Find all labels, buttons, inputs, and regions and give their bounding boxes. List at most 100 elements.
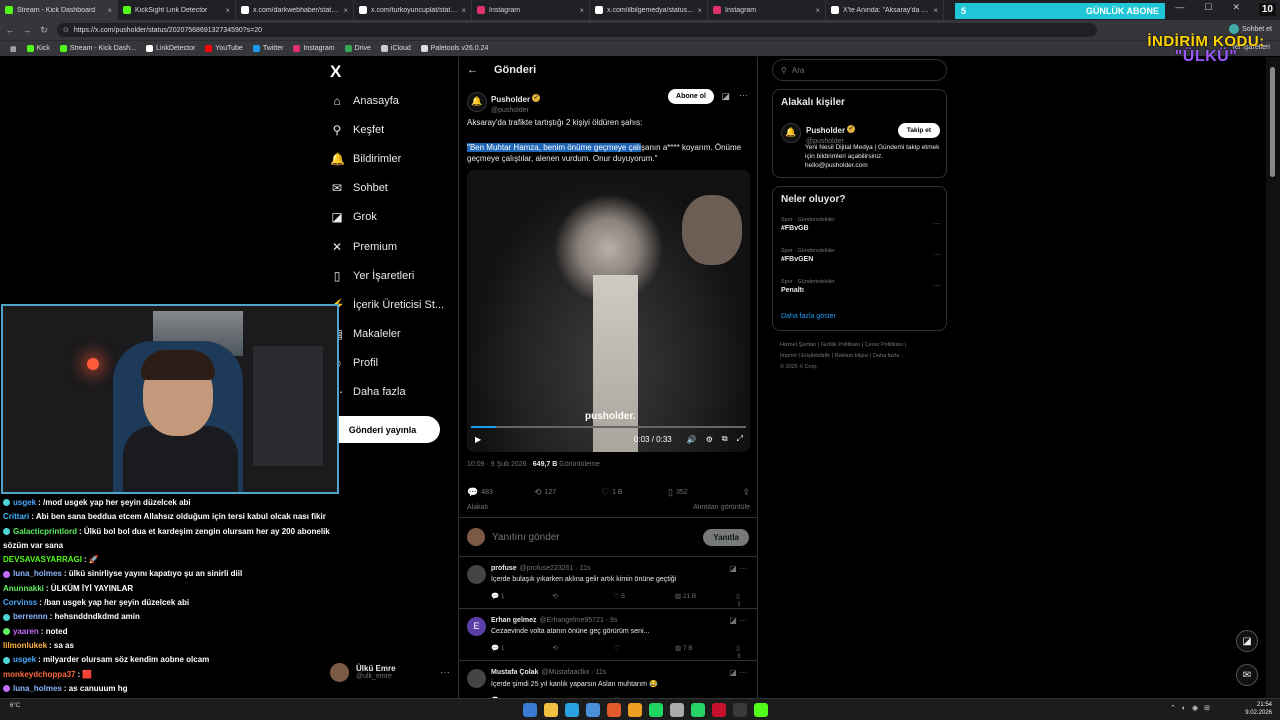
view-quotes-link[interactable]: Alıntıları görüntüle bbox=[693, 504, 750, 511]
taskbar-app-icon[interactable] bbox=[712, 703, 726, 717]
post-button[interactable]: Gönderi yayınla bbox=[325, 416, 440, 443]
bookmark-action[interactable]: ▯ 352 bbox=[668, 487, 735, 498]
play-icon[interactable]: ▶ bbox=[475, 435, 481, 444]
more-icon[interactable]: ··· bbox=[440, 667, 450, 678]
bookmark-item[interactable]: Instagram bbox=[293, 45, 335, 52]
more-icon[interactable]: ··· bbox=[933, 219, 941, 228]
taskbar-app-icon[interactable] bbox=[754, 703, 768, 717]
reply-action[interactable]: 💬 1 bbox=[491, 592, 552, 608]
back-icon[interactable]: ← bbox=[3, 25, 17, 35]
reply-avatar[interactable] bbox=[467, 669, 486, 688]
trend-item[interactable]: Spor · Gündemdekiler #FBvGEN ··· bbox=[781, 248, 941, 263]
reply-avatar[interactable]: E bbox=[467, 617, 486, 636]
tab-close-icon[interactable]: × bbox=[461, 6, 466, 15]
chat-username[interactable]: usgek bbox=[13, 655, 36, 664]
repost-action[interactable]: ⟲ bbox=[552, 592, 613, 608]
taskbar-app-icon[interactable] bbox=[565, 703, 579, 717]
reply-avatar[interactable] bbox=[467, 565, 486, 584]
bookmark-item[interactable]: YouTube bbox=[205, 45, 243, 52]
bookmark-icon[interactable]: ▯ ⇪ bbox=[736, 644, 747, 660]
chat-username[interactable]: luna_holmes bbox=[13, 569, 62, 578]
repost-action[interactable]: ⟲ bbox=[552, 644, 613, 660]
scrollbar-thumb[interactable] bbox=[1270, 67, 1275, 177]
bookmark-item[interactable]: Paletools v26.0.24 bbox=[420, 45, 488, 52]
url-field[interactable]: ⊙ https://x.com/pusholder/status/2020756… bbox=[57, 23, 1097, 37]
more-icon[interactable]: ◪ ··· bbox=[729, 668, 747, 677]
browser-tab[interactable]: Instagram × bbox=[472, 0, 590, 20]
reply-author-name[interactable]: Mustafa Çolak bbox=[491, 669, 538, 676]
chat-username[interactable]: DEVSAVASYARRAGI bbox=[3, 555, 82, 564]
nav-item-i-çerik-üreticisi-st-[interactable]: ⚡İçerik Üreticisi St... bbox=[330, 290, 455, 319]
bookmark-item[interactable]: Twitter bbox=[252, 45, 283, 52]
system-tray[interactable]: ⌃ ◐ ◉ ⊞ bbox=[1170, 704, 1212, 712]
browser-tab[interactable]: KickSight Link Detector × bbox=[118, 0, 236, 20]
footer-line[interactable]: Imprint | Erişilebilirlik | Reklam bilgi… bbox=[780, 351, 945, 362]
scrollbar[interactable] bbox=[1266, 57, 1280, 698]
browser-tab[interactable]: x.com/darkwebhaber/status/2020× bbox=[236, 0, 354, 20]
share-icon[interactable]: ⇪ bbox=[742, 487, 750, 498]
browser-tab[interactable]: Stream - Kick Dashboard × bbox=[0, 0, 118, 20]
volume-icon[interactable]: 🔊 bbox=[687, 435, 697, 444]
footer-line[interactable]: Hizmet Şartları | Gizlilik Politikası | … bbox=[780, 340, 945, 351]
more-icon[interactable]: ◪ ··· bbox=[729, 564, 747, 573]
back-arrow-icon[interactable]: ← bbox=[467, 64, 478, 76]
tab-close-icon[interactable]: × bbox=[107, 6, 112, 15]
tab-close-icon[interactable]: × bbox=[343, 6, 348, 15]
like-action[interactable]: ♡ 1 B bbox=[601, 487, 668, 498]
taskbar-app-icon[interactable] bbox=[523, 703, 537, 717]
taskbar-app-icon[interactable] bbox=[691, 703, 705, 717]
chat-username[interactable]: berrennn bbox=[13, 612, 48, 621]
site-info-icon[interactable]: ⊙ bbox=[63, 26, 69, 34]
nav-item-sohbet[interactable]: ✉ Sohbet bbox=[330, 174, 455, 203]
chat-username[interactable]: lilmonlukek bbox=[3, 641, 47, 650]
clock[interactable]: 21:54 9.02.2026 bbox=[1245, 701, 1272, 717]
taskbar-app-icon[interactable] bbox=[586, 703, 600, 717]
maximize-icon[interactable]: ☐ bbox=[1204, 2, 1212, 13]
repost-action[interactable]: ⟲ 127 bbox=[534, 487, 601, 498]
reply-input[interactable]: Yanıtını gönder bbox=[492, 532, 560, 543]
chat-username[interactable]: Anunnakki bbox=[3, 584, 44, 593]
browser-tab[interactable]: x.com/turkoyuncuplat/status/20 × bbox=[354, 0, 472, 20]
nav-item-bildirimler[interactable]: 🔔 Bildirimler bbox=[330, 144, 455, 173]
bookmark-item[interactable]: LinkDetector bbox=[146, 45, 195, 52]
bookmark-item[interactable]: Stream - Kick Dash... bbox=[59, 45, 136, 52]
more-icon[interactable]: ◪ ··· bbox=[729, 616, 747, 625]
chat-username[interactable]: luna_holmes bbox=[13, 684, 62, 693]
video-player[interactable]: pusholder. ▶ 0:03 / 0:33 🔊 ⚙ ⧉ ⤢ bbox=[467, 170, 750, 452]
taskbar-app-icon[interactable] bbox=[544, 703, 558, 717]
show-more-link[interactable]: Daha fazla göster bbox=[781, 313, 836, 320]
reply-submit-button[interactable]: Yanıtla bbox=[703, 528, 749, 546]
minimize-icon[interactable]: — bbox=[1175, 2, 1184, 13]
messages-float-icon[interactable]: ✉ bbox=[1236, 664, 1258, 686]
chat-username[interactable]: Crittari bbox=[3, 512, 29, 521]
pip-icon[interactable]: ⧉ bbox=[722, 434, 728, 444]
grok-float-icon[interactable]: ◪ bbox=[1236, 630, 1258, 652]
related-dropdown[interactable]: Alakalı bbox=[467, 504, 488, 511]
settings-icon[interactable]: ⚙ bbox=[706, 435, 713, 444]
close-icon[interactable]: ✕ bbox=[1232, 2, 1240, 13]
chat-username[interactable]: monkeydchoppa37 bbox=[3, 670, 75, 679]
taskbar-app-icon[interactable] bbox=[670, 703, 684, 717]
reply-item[interactable]: E Erhan gelmez @Erhangelme95721 · 9s ◪ ··· C… bbox=[459, 609, 757, 661]
browser-tab[interactable]: Instagram × bbox=[708, 0, 826, 20]
video-progress-bar[interactable] bbox=[471, 426, 746, 428]
trend-item[interactable]: Spor · Gündemdekiler Penaltı ··· bbox=[781, 279, 941, 294]
like-action[interactable]: ♡ 5 bbox=[614, 592, 675, 608]
nav-item-profil[interactable]: ☺Profil bbox=[330, 349, 455, 378]
more-icon[interactable]: ··· bbox=[933, 281, 941, 290]
chat-username[interactable]: usgek bbox=[13, 498, 36, 507]
forward-icon[interactable]: → bbox=[20, 25, 34, 35]
fullscreen-icon[interactable]: ⤢ bbox=[737, 434, 743, 444]
reply-author-name[interactable]: profuse bbox=[491, 565, 517, 572]
reload-icon[interactable]: ↻ bbox=[37, 25, 51, 36]
nav-item-premium[interactable]: ✕ Premium bbox=[330, 232, 455, 261]
browser-tab[interactable]: x.com/ilbilgemedya/status/2020× bbox=[590, 0, 708, 20]
bookmark-item[interactable]: Kick bbox=[26, 45, 50, 52]
reply-author-name[interactable]: Erhan gelmez bbox=[491, 617, 537, 624]
tab-close-icon[interactable]: × bbox=[225, 6, 230, 15]
taskbar-app-icon[interactable] bbox=[628, 703, 642, 717]
trend-item[interactable]: Spor · Gündemdekiler #FBvGB ··· bbox=[781, 217, 941, 232]
views-action[interactable]: ▥ 7 B bbox=[675, 644, 736, 660]
nav-item-keşfet[interactable]: ⚲ Keşfet bbox=[330, 115, 455, 144]
chat-username[interactable]: Galacticprintlord bbox=[13, 527, 77, 536]
